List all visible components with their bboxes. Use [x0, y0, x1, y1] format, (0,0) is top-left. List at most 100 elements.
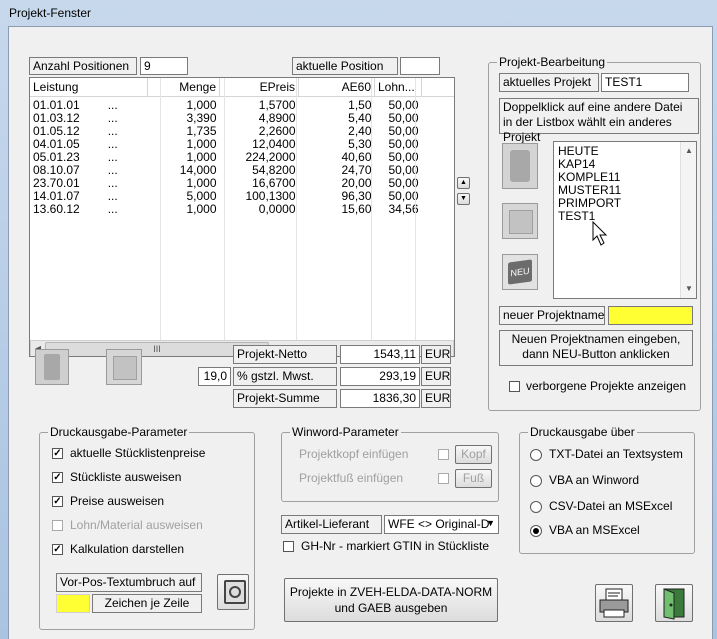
winword-parameters-group: Winword-Parameter Projektkopf einfügen K… [281, 425, 499, 502]
column-divider [296, 78, 297, 340]
checkbox-calculation[interactable]: ✓ [52, 544, 63, 555]
position-count-field: 9 [140, 57, 188, 75]
scroll-up-icon[interactable]: ▲ [684, 146, 694, 155]
netto-currency: EUR [421, 345, 451, 364]
new-project-name-label: neuer Projektname [499, 306, 605, 325]
scroll-down-icon[interactable]: ▼ [684, 284, 694, 293]
print-output-group: Druckausgabe über TXT-Datei an Textsyste… [519, 425, 695, 554]
copy-position-button[interactable] [106, 349, 142, 385]
print-parameters-group: Druckausgabe-Parameter ✓ aktuelle Stückl… [39, 425, 255, 630]
safe-button[interactable] [217, 574, 249, 610]
move-up-button[interactable]: ▲ [457, 177, 470, 189]
mouse-cursor-icon [592, 221, 608, 246]
footer-insert-checkbox [438, 473, 449, 484]
footer-insert-label: Projektfuß einfügen [299, 471, 404, 485]
label-show-prices: Preise ausweisen [70, 494, 165, 508]
footer-button: Fuß [455, 469, 492, 488]
new-project-name-field[interactable] [608, 306, 693, 325]
radio-vba-winword[interactable] [530, 475, 542, 487]
column-divider [224, 78, 225, 340]
label-show-parts-list: Stückliste ausweisen [70, 470, 182, 484]
radio-vba-msexcel[interactable] [530, 525, 542, 537]
current-project-field: TEST1 [601, 73, 689, 92]
sum-value: 1836,30 [340, 389, 420, 408]
text-wrap-label: Vor-Pos-Textumbruch auf [56, 573, 202, 592]
column-divider [160, 78, 161, 340]
label-csv-msexcel: CSV-Datei an MSExcel [549, 499, 673, 513]
printer-icon [599, 588, 629, 618]
print-parameters-title: Druckausgabe-Parameter [48, 425, 190, 439]
delete-position-button[interactable] [35, 349, 69, 385]
netto-value: 1543,11 [340, 345, 420, 364]
exit-button[interactable] [655, 584, 693, 622]
title-bar[interactable]: Projekt-Fenster [0, 0, 717, 26]
winword-parameters-title: Winword-Parameter [290, 425, 401, 439]
project-listbox[interactable]: HEUTE KAP14 KOMPLE11 MUSTER11 PRIMPORT T… [553, 141, 697, 299]
cell-ae60: 15,60 [341, 202, 372, 216]
supplier-value: WFE <> Original-D [388, 517, 490, 531]
delete-project-button[interactable] [502, 143, 538, 189]
current-position-field[interactable] [400, 57, 440, 75]
project-editing-group: Projekt-Bearbeitung aktuelles Projekt TE… [488, 55, 701, 411]
project-window: Projekt-Fenster Anzahl Positionen 9 aktu… [0, 0, 717, 639]
project-editing-title: Projekt-Bearbeitung [497, 55, 608, 69]
gh-number-checkbox[interactable] [283, 541, 294, 552]
text-wrap-unit: Zeichen je Zeile [92, 594, 202, 613]
netto-label: Projekt-Netto [233, 345, 337, 364]
sum-currency: EUR [421, 389, 451, 408]
move-down-button[interactable]: ▼ [457, 193, 470, 205]
new-project-hint-line1: Neuen Projektnamen eingeben, [511, 332, 681, 346]
positions-table[interactable]: Leistung Menge EPreis AE60 Lohn... 01.01… [29, 77, 455, 357]
project-list-scrollbar[interactable]: ▲ ▼ [680, 142, 696, 298]
safe-icon [224, 580, 246, 604]
document-icon [509, 210, 533, 234]
table-header-row: Leistung Menge EPreis AE60 Lohn... [30, 78, 454, 97]
position-count-label: Anzahl Positionen [29, 57, 137, 75]
vat-currency: EUR [421, 367, 451, 386]
current-position-label: aktuelle Position [292, 57, 398, 75]
export-button-line1: Projekte in ZVEH-ELDA-DATA-NORM [289, 585, 493, 599]
radio-csv-msexcel[interactable] [530, 501, 542, 513]
column-divider [415, 78, 416, 340]
checkbox-show-prices[interactable]: ✓ [52, 496, 63, 507]
copy-project-button[interactable] [502, 203, 538, 239]
vat-label: % gstzl. Mwst. [233, 367, 337, 386]
show-hidden-checkbox[interactable] [509, 381, 520, 392]
new-project-hint: Neuen Projektnamen eingeben, dann NEU-Bu… [499, 330, 693, 366]
export-projects-button[interactable]: Projekte in ZVEH-ELDA-DATA-NORM und GAEB… [284, 578, 498, 622]
column-header-menge[interactable]: Menge [147, 78, 220, 97]
show-hidden-label: verborgene Projekte anzeigen [526, 379, 687, 393]
sum-label: Projekt-Summe [233, 389, 337, 408]
export-button-line2: und GAEB ausgeben [334, 601, 448, 615]
window-client-area: Anzahl Positionen 9 aktuelle Position Le… [8, 26, 713, 639]
new-project-hint-line2: dann NEU-Button anklicken [522, 347, 670, 361]
project-list: HEUTE KAP14 KOMPLE11 MUSTER11 PRIMPORT T… [558, 145, 621, 223]
vat-rate-field[interactable]: 19,0 [198, 367, 231, 386]
new-icon: NEU [508, 259, 532, 285]
table-row[interactable]: 13.60.12... 1,000 0,0000 15,60 34,56 [30, 202, 454, 216]
column-header-extra [421, 78, 454, 97]
column-header-ae60[interactable]: AE60 [298, 78, 375, 97]
text-wrap-field[interactable] [56, 594, 90, 613]
current-project-label: aktuelles Projekt [499, 73, 599, 92]
radio-txt-textsystem[interactable] [530, 449, 542, 461]
vat-value: 293,19 [340, 367, 420, 386]
supplier-select[interactable]: WFE <> Original-D ▼ [384, 515, 499, 534]
trash-icon [44, 354, 60, 380]
label-txt-textsystem: TXT-Datei an Textsystem [549, 447, 683, 461]
supplier-label: Artikel-Lieferant [281, 515, 382, 534]
header-insert-checkbox [438, 449, 449, 460]
arrow-down-icon: ▼ [460, 195, 467, 202]
checkbox-current-prices[interactable]: ✓ [52, 448, 63, 459]
label-current-prices: aktuelle Stücklistenpreise [70, 446, 206, 460]
label-calculation: Kalkulation darstellen [70, 542, 185, 556]
project-hint: Doppelklick auf eine andere Datei in der… [499, 98, 699, 144]
print-button[interactable] [595, 584, 633, 622]
checkbox-show-parts-list[interactable]: ✓ [52, 472, 63, 483]
column-header-leistung[interactable]: Leistung [30, 78, 148, 97]
checkbox-labor-material [52, 520, 63, 531]
new-project-button[interactable]: NEU [502, 254, 538, 290]
column-header-epreis[interactable]: EPreis [219, 78, 299, 97]
chevron-down-icon[interactable]: ▼ [486, 518, 495, 528]
label-labor-material: Lohn/Material ausweisen [70, 518, 203, 532]
